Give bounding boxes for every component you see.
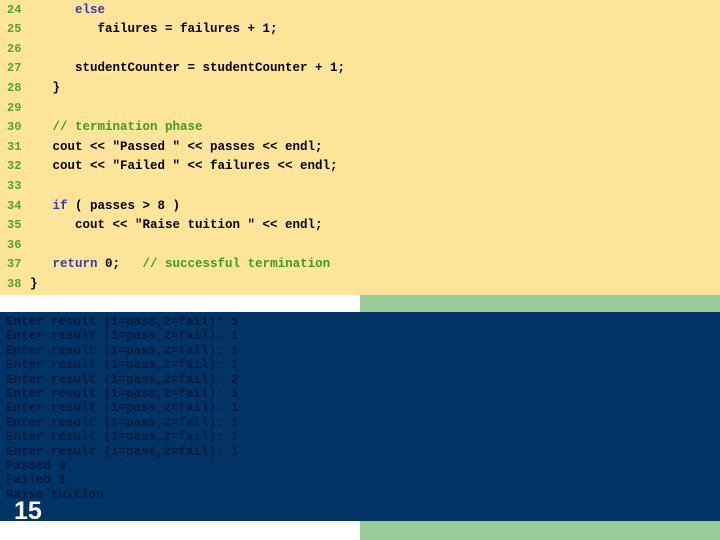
code-line: 34 if ( passes > 8 ) bbox=[0, 197, 720, 217]
code-line: 36 bbox=[0, 236, 720, 256]
line-number: 30 bbox=[7, 120, 22, 135]
code-line: 26 bbox=[0, 40, 720, 60]
code-line: 35 cout << "Raise tuition " << endl; bbox=[0, 216, 720, 236]
line-number: 35 bbox=[7, 218, 22, 233]
code-text: if ( passes > 8 ) bbox=[30, 197, 181, 217]
code-keyword: return bbox=[52, 257, 98, 272]
line-number: 38 bbox=[7, 276, 22, 291]
code-segment: } bbox=[30, 276, 38, 291]
code-text: else bbox=[30, 1, 105, 21]
code-text: return 0; // successful termination bbox=[30, 255, 331, 275]
code-comment: // successful termination bbox=[142, 257, 331, 272]
line-number: 27 bbox=[7, 61, 22, 76]
line-number: 37 bbox=[7, 257, 22, 272]
console-line: Enter result (1=pass,2=fail): 1 bbox=[6, 387, 239, 401]
console-line: Enter result (1=pass,2=fail): 1 bbox=[6, 315, 239, 329]
footer-green-strip bbox=[360, 521, 720, 540]
code-comment: // termination phase bbox=[52, 120, 203, 135]
code-line: 24 else bbox=[0, 1, 720, 21]
code-line: 37 return 0; // successful termination bbox=[0, 255, 720, 275]
code-line: 31 cout << "Passed " << passes << endl; bbox=[0, 138, 720, 158]
code-segment: } bbox=[30, 80, 61, 95]
line-number: 24 bbox=[7, 2, 22, 17]
code-segment: 0; bbox=[97, 257, 143, 272]
code-line: 25 failures = failures + 1; bbox=[0, 20, 720, 40]
divider-white-strip-top bbox=[0, 295, 360, 312]
line-number: 28 bbox=[7, 80, 22, 95]
code-line: 33 bbox=[0, 177, 720, 197]
code-keyword: if bbox=[52, 198, 68, 213]
code-keyword: else bbox=[75, 2, 106, 17]
code-segment: ( passes > 8 ) bbox=[67, 198, 181, 213]
console-line: Enter result (1=pass,2=fail): 1 bbox=[6, 415, 239, 430]
line-number: 26 bbox=[7, 41, 22, 56]
console-line: Passed 9 bbox=[6, 459, 67, 473]
code-segment: cout << "Failed " << failures << endl; bbox=[30, 159, 338, 174]
code-line: 28 } bbox=[0, 79, 720, 99]
console-line: Failed 1 bbox=[6, 473, 67, 488]
line-number: 31 bbox=[7, 139, 22, 154]
divider-green-strip-top bbox=[360, 295, 720, 312]
code-line: 29 bbox=[0, 99, 720, 119]
console-line: Enter result (1=pass,2=fail): 1 bbox=[6, 430, 239, 445]
line-number: 36 bbox=[7, 237, 22, 252]
console-line: Enter result (1=pass,2=fail): 1 bbox=[6, 401, 239, 416]
line-number: 29 bbox=[7, 100, 22, 115]
console-line: Enter result (1=pass,2=fail): 1 bbox=[6, 444, 239, 459]
console-line: Enter result (1=pass,2=fail): 1 bbox=[6, 329, 239, 344]
code-text: studentCounter = studentCounter + 1; bbox=[30, 59, 345, 79]
line-number: 32 bbox=[7, 159, 22, 174]
code-text: // termination phase bbox=[30, 118, 203, 138]
code-text: } bbox=[30, 275, 38, 295]
code-text: cout << "Failed " << failures << endl; bbox=[30, 157, 338, 177]
line-number: 25 bbox=[7, 22, 22, 37]
code-listing-panel: 24 else 25 failures = failures + 1; 26 27 s… bbox=[0, 0, 720, 295]
code-segment: cout << "Passed " << passes << endl; bbox=[30, 139, 323, 154]
code-text: cout << "Raise tuition " << endl; bbox=[30, 216, 323, 236]
code-text: cout << "Passed " << passes << endl; bbox=[30, 138, 323, 158]
code-line: 32 cout << "Failed " << failures << endl… bbox=[0, 157, 720, 177]
code-segment: cout << "Raise tuition " << endl; bbox=[30, 218, 323, 233]
code-text: } bbox=[30, 79, 61, 99]
line-number: 33 bbox=[7, 178, 22, 193]
code-line: 27 studentCounter = studentCounter + 1; bbox=[0, 59, 720, 79]
line-number: 34 bbox=[7, 198, 22, 213]
code-segment: studentCounter = studentCounter + 1; bbox=[30, 61, 346, 76]
console-output-panel: Enter result (1=pass,2=fail): 1 Enter res… bbox=[0, 312, 720, 521]
code-segment: failures = failures + 1; bbox=[30, 22, 278, 37]
footer-white-strip bbox=[0, 521, 360, 540]
console-line: Enter result (1=pass,2=fail): 1 bbox=[6, 358, 239, 373]
console-line: Enter result (1=pass,2=fail): 2 bbox=[6, 372, 239, 387]
code-line: 30 // termination phase bbox=[0, 118, 720, 138]
code-line: 38} bbox=[0, 275, 720, 295]
code-text: failures = failures + 1; bbox=[30, 20, 278, 40]
console-line: Enter result (1=pass,2=fail): 1 bbox=[6, 343, 239, 358]
